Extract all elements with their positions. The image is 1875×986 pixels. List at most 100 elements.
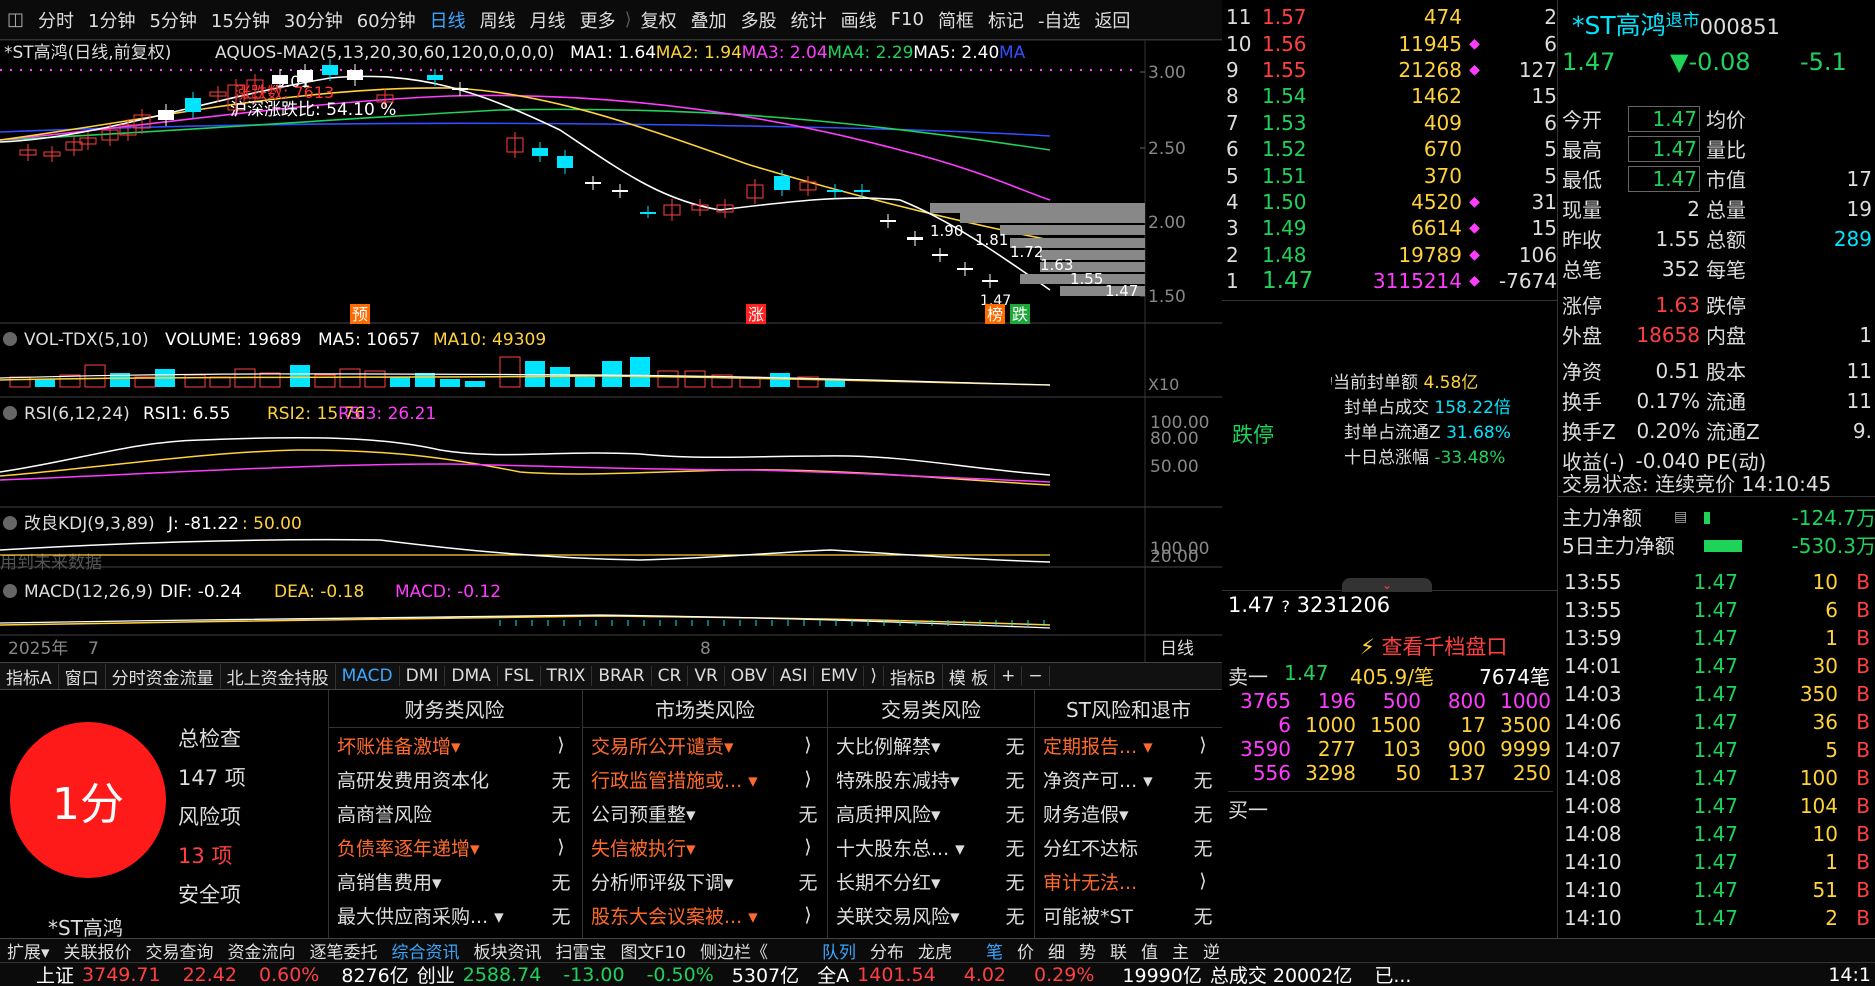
tool-button-4[interactable]: 画线 <box>834 7 884 33</box>
risk-item[interactable]: 高研发费用资本化 无 <box>329 762 580 796</box>
tool-button-1[interactable]: 叠加 <box>684 7 734 33</box>
indicator-tab-3[interactable]: 北上资金持股 <box>221 663 336 689</box>
indicator-tab-16[interactable]: 指标B <box>884 663 943 689</box>
indicator-tab-2[interactable]: 分时资金流量 <box>106 663 221 689</box>
period-tab-6[interactable]: 日线 <box>423 7 473 33</box>
order-book-row[interactable]: 8 1.54 1462 15 <box>1222 83 1557 109</box>
bottom-tab-4[interactable]: 逐笔委托 <box>303 939 385 962</box>
period-tab-1[interactable]: 1分钟 <box>81 7 142 33</box>
bottom-tab-2[interactable]: 交易查询 <box>139 939 221 962</box>
tool-button-8[interactable]: -自选 <box>1031 7 1088 33</box>
qa-index-label[interactable]: 全A <box>803 963 853 986</box>
bottom-tab-0[interactable]: 扩展▾ <box>0 939 57 962</box>
event-marker[interactable]: 跌 <box>1012 305 1028 324</box>
risk-item[interactable]: 大比例解禁▾ 无 <box>828 728 1034 762</box>
period-tab-8[interactable]: 月线 <box>523 7 573 33</box>
indicator-tab-10[interactable]: CR <box>652 666 689 686</box>
event-marker[interactable]: 榜 <box>987 305 1003 324</box>
bottom-tab-19[interactable]: 主 <box>1165 939 1196 962</box>
indicator-tab-19[interactable]: − <box>1022 666 1050 686</box>
order-book-row[interactable]: 5 1.51 370 5 <box>1222 162 1557 188</box>
order-book-row[interactable]: 7 1.53 409 6 <box>1222 110 1557 136</box>
bottom-tab-6[interactable]: 板块资讯 <box>467 939 549 962</box>
tool-button-6[interactable]: 简框 <box>931 7 981 33</box>
period-tab-9[interactable]: 更多 <box>573 7 623 33</box>
risk-item[interactable]: 关联交易风险▾ 无 <box>828 898 1034 932</box>
indicator-tab-6[interactable]: DMA <box>445 666 498 686</box>
bottom-tab-7[interactable]: 扫雷宝 <box>549 939 614 962</box>
risk-item[interactable]: 失信被执行▾ ⟩ <box>583 830 827 864</box>
bid-question-icon[interactable]: ? <box>1281 597 1290 616</box>
period-tab-4[interactable]: 30分钟 <box>277 7 350 33</box>
order-book-row[interactable]: 4 1.50 4520 ◆ 31 <box>1222 189 1557 215</box>
risk-item[interactable]: 高销售费用▾ 无 <box>329 864 580 898</box>
risk-item[interactable]: 可能被*ST 无 <box>1035 898 1222 932</box>
list-icon[interactable]: ▤ <box>1674 509 1704 525</box>
risk-item[interactable]: 分析师评级下调▾ 无 <box>583 864 827 898</box>
risk-item[interactable]: 十大股东总... ▾ 无 <box>828 830 1034 864</box>
event-marker[interactable]: 预 <box>352 305 368 324</box>
risk-item[interactable]: 分红不达标 无 <box>1035 830 1222 864</box>
tick-trades-list[interactable]: 13:55 1.47 10 B 13:55 1.47 6 B 13:59 1.47 1 B 14:01 1… <box>1557 560 1875 938</box>
risk-item[interactable]: 坏账准备激增▾ ⟩ <box>329 728 580 762</box>
bottom-tab-11[interactable]: 分布 <box>863 939 911 962</box>
order-book-row[interactable]: 11 1.57 474 2 <box>1222 4 1557 30</box>
risk-item[interactable]: 定期报告... ▾ ⟩ <box>1035 728 1222 762</box>
bottom-tab-9[interactable]: 侧边栏《 <box>693 939 775 962</box>
bottom-tab-1[interactable]: 关联报价 <box>57 939 139 962</box>
indicator-tab-13[interactable]: ASI <box>774 666 815 686</box>
tool-button-3[interactable]: 统计 <box>784 7 834 33</box>
risk-item[interactable]: 最大供应商采购... ▾ 无 <box>329 898 580 932</box>
event-marker[interactable]: 涨 <box>748 305 764 324</box>
order-book-row[interactable]: 9 1.55 21268 ◆ 127 <box>1222 57 1557 83</box>
tool-button-5[interactable]: F10 <box>884 9 931 30</box>
indicator-tab-0[interactable]: 指标A <box>0 663 59 689</box>
risk-item[interactable]: 长期不分红▾ 无 <box>828 864 1034 898</box>
order-book-row[interactable]: 1 1.47 3115214 ◆ -7674 <box>1222 268 1557 294</box>
cy-index-label[interactable]: 创业 <box>413 963 459 986</box>
tool-button-7[interactable]: 标记 <box>981 7 1031 33</box>
risk-item[interactable]: 行政监管措施或... ▾ ⟩ <box>583 762 827 796</box>
bottom-tab-10[interactable]: 队列 <box>815 939 863 962</box>
risk-item[interactable]: 交易所公开谴责▾ ⟩ <box>583 728 827 762</box>
indicator-tab-15[interactable]: ⟩ <box>864 666 885 686</box>
bottom-tab-8[interactable]: 图文F10 <box>614 939 693 962</box>
period-tab-3[interactable]: 15分钟 <box>204 7 277 33</box>
indicator-tab-7[interactable]: FSL <box>498 666 541 686</box>
risk-item[interactable]: 负债率逐年递增▾ ⟩ <box>329 830 580 864</box>
sh-index-label[interactable]: 上证 <box>0 963 78 986</box>
layout-icon[interactable]: ◫ <box>0 9 31 30</box>
risk-item[interactable]: 公司预重整▾ 无 <box>583 796 827 830</box>
indicator-tab-8[interactable]: TRIX <box>541 666 593 686</box>
period-tab-7[interactable]: 周线 <box>473 7 523 33</box>
indicator-tab-1[interactable]: 窗口 <box>59 663 106 689</box>
bottom-tab-12[interactable]: 龙虎 <box>911 939 959 962</box>
kline-chart-area[interactable]: *ST高鸿(日线,前复权) AQUOS-MA2(5,13,20,30,60,12… <box>0 40 1222 670</box>
tool-button-9[interactable]: 返回 <box>1087 7 1137 33</box>
tool-button-2[interactable]: 多股 <box>734 7 784 33</box>
risk-item[interactable]: 股东大会议案被... ▾ ⟩ <box>583 898 827 932</box>
period-tab-2[interactable]: 5分钟 <box>142 7 203 33</box>
tool-button-0[interactable]: 复权 <box>634 7 684 33</box>
bottom-tab-5[interactable]: 综合资讯 <box>385 939 467 962</box>
bottom-tab-15[interactable]: 细 <box>1041 939 1072 962</box>
event-markers[interactable]: 预 涨 榜跌 <box>350 304 1030 324</box>
risk-item[interactable]: 净资产可... ▾ 无 <box>1035 762 1222 796</box>
bottom-tab-20[interactable]: 逆 <box>1196 939 1227 962</box>
indicator-tab-14[interactable]: EMV <box>814 666 865 686</box>
risk-item[interactable]: 高质押风险▾ 无 <box>828 796 1034 830</box>
view-depth-link[interactable]: ⚡ 查看千档盘口 <box>1360 631 1507 661</box>
risk-item[interactable]: 特殊股东减持▾ 无 <box>828 762 1034 796</box>
indicator-tab-17[interactable]: 模 板 <box>943 663 996 689</box>
order-book-row[interactable]: 2 1.48 19789 ◆ 106 <box>1222 242 1557 268</box>
risk-item[interactable]: 高商誉风险 无 <box>329 796 580 830</box>
order-book-row[interactable]: 3 1.49 6614 ◆ 15 <box>1222 215 1557 241</box>
indicator-tab-18[interactable]: + <box>995 666 1023 686</box>
risk-score-badge[interactable]: 1分 <box>10 722 166 878</box>
bottom-tab-18[interactable]: 值 <box>1134 939 1165 962</box>
order-book-row[interactable]: 6 1.52 670 5 <box>1222 136 1557 162</box>
indicator-tab-5[interactable]: DMI <box>400 666 446 686</box>
bottom-tab-13[interactable]: 笔 <box>979 939 1010 962</box>
period-tab-0[interactable]: 分时 <box>31 7 81 33</box>
indicator-tab-9[interactable]: BRAR <box>592 666 652 686</box>
